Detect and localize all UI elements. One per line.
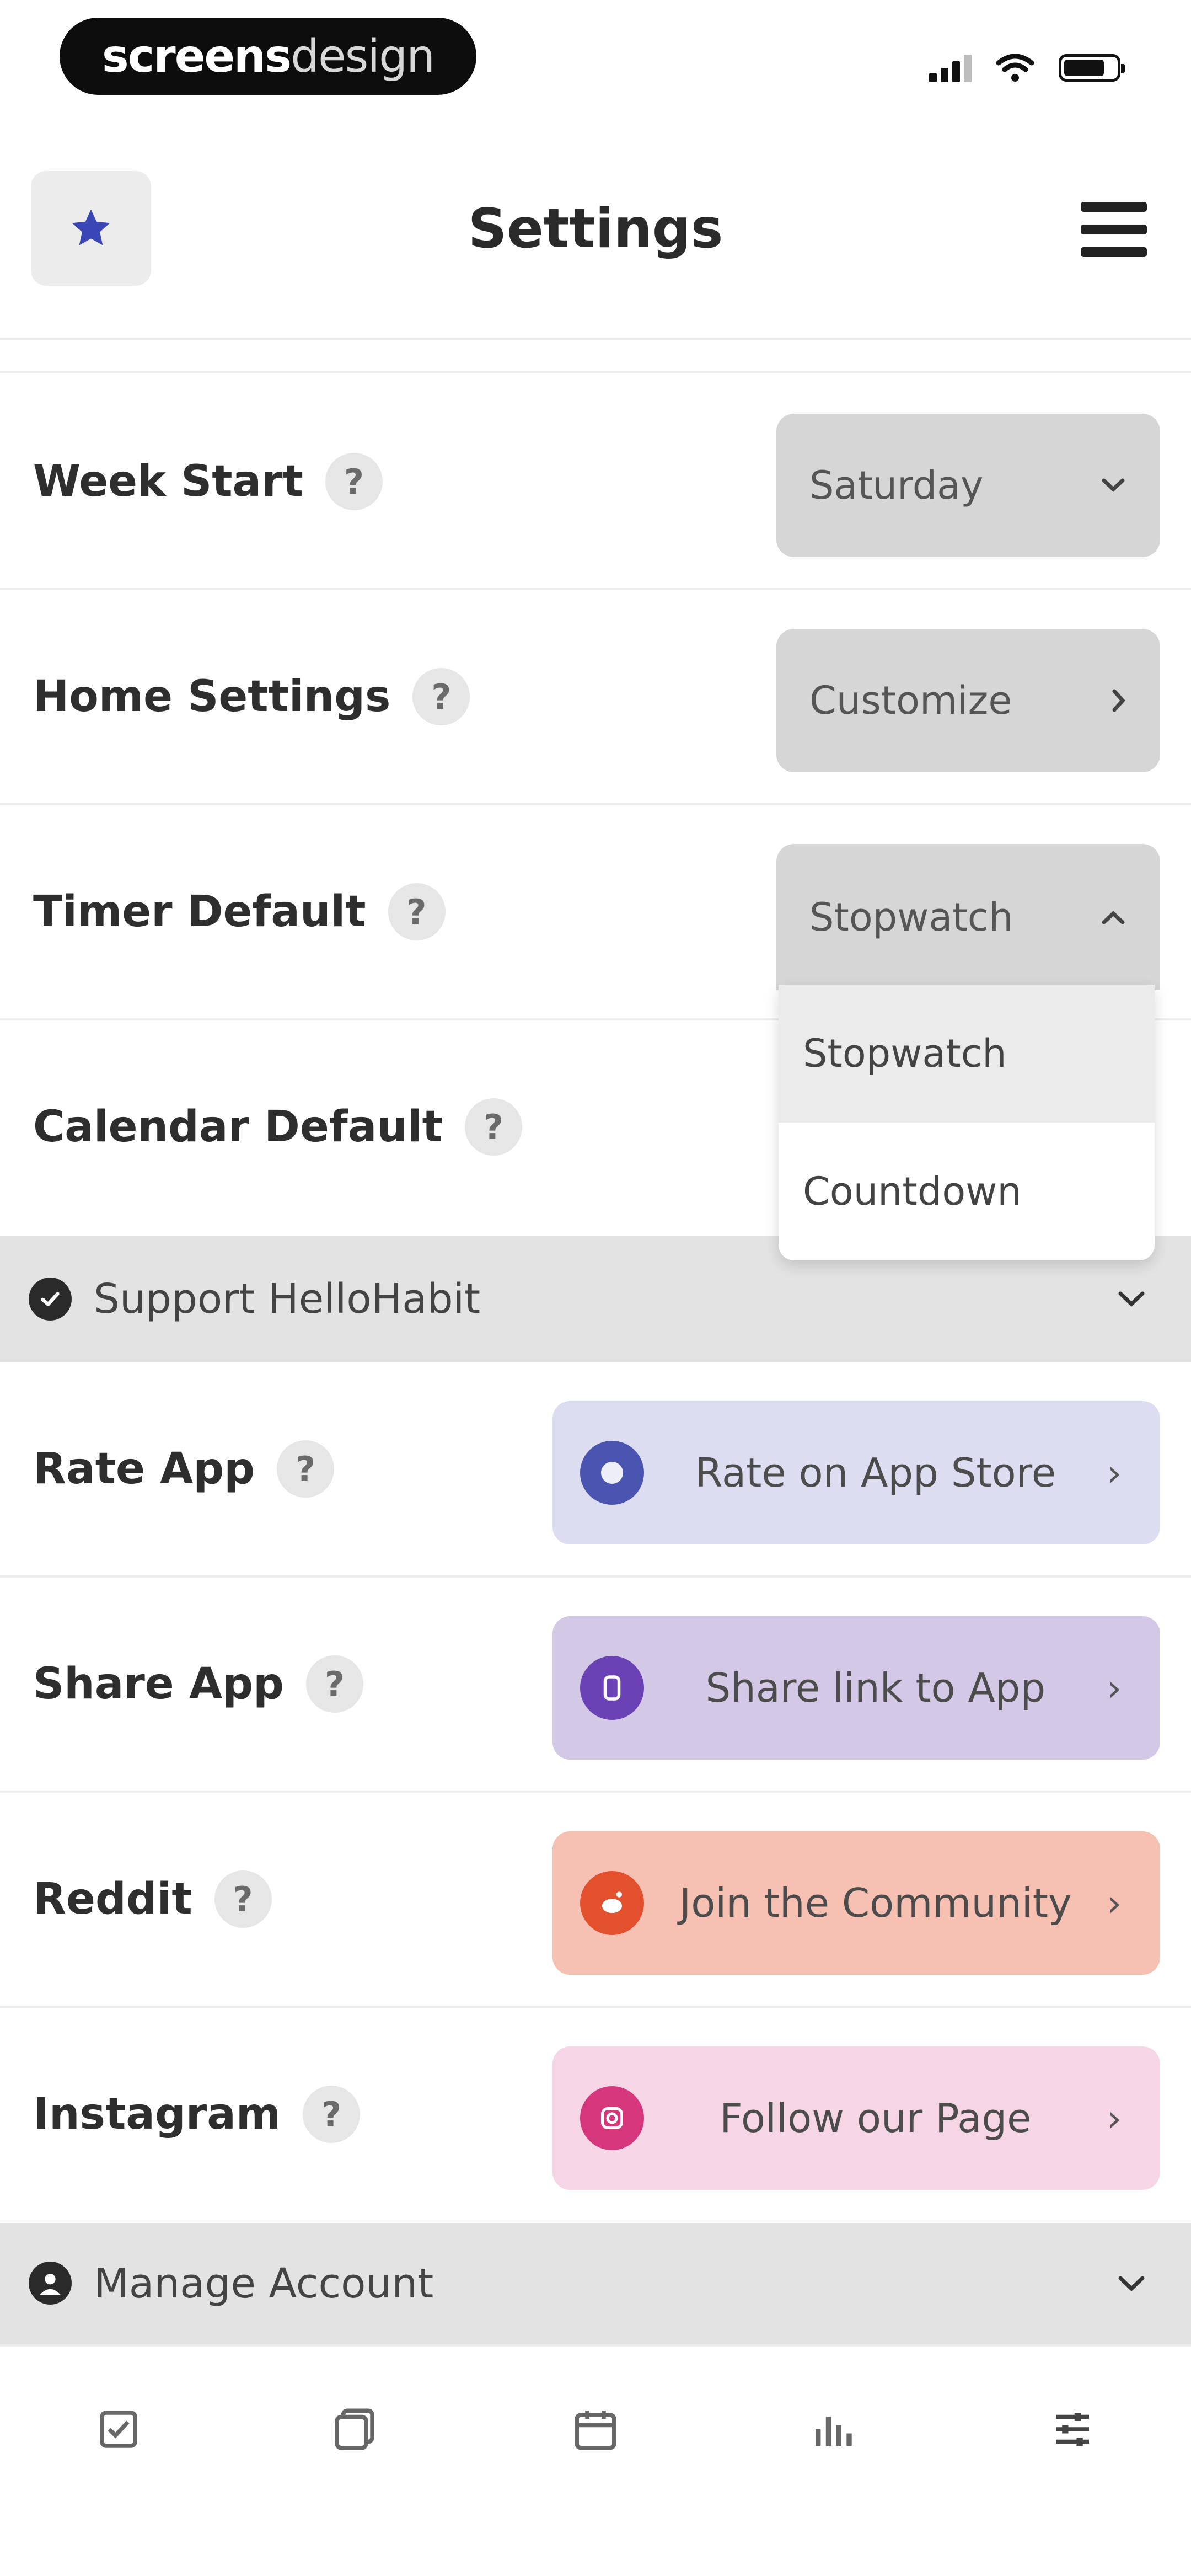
row-label: Calendar Default <box>33 1102 443 1152</box>
week-start-select[interactable]: Saturday <box>776 414 1160 557</box>
instagram-button[interactable]: Follow our Page › <box>552 2046 1160 2190</box>
tab-settings[interactable] <box>1039 2396 1106 2462</box>
user-circle-icon <box>29 2262 72 2305</box>
header-divider <box>0 338 1191 340</box>
row-home-settings: Home Settings ? Customize <box>0 590 1191 805</box>
row-week-start: Week Start ? Saturday <box>0 375 1191 590</box>
button-label: Rate on App Store <box>695 1450 1056 1496</box>
share-app-button[interactable]: Share link to App › <box>552 1616 1160 1760</box>
row-rate-app: Rate App ? Rate on App Store › <box>0 1362 1191 1578</box>
select-value: Stopwatch <box>809 894 1013 940</box>
dropdown-option-countdown[interactable]: Countdown <box>779 1123 1155 1260</box>
page-title: Settings <box>468 197 723 260</box>
help-icon[interactable]: ? <box>277 1440 335 1498</box>
customize-button[interactable]: Customize <box>776 629 1160 772</box>
tab-habits[interactable] <box>85 2396 152 2462</box>
chevron-up-icon <box>1102 910 1125 924</box>
chevron-right-icon: › <box>1107 1451 1122 1494</box>
help-icon[interactable]: ? <box>214 1870 272 1928</box>
settings-sliders-icon <box>1056 2413 1089 2446</box>
chevron-right-icon <box>1112 689 1125 712</box>
timer-default-dropdown: Stopwatch Countdown <box>779 985 1155 1260</box>
brand-light: design <box>291 30 435 83</box>
app-header: Settings <box>0 160 1191 298</box>
button-label: Customize <box>809 678 1012 723</box>
brand-bold: screens <box>101 30 292 83</box>
chevron-down-icon <box>1118 2276 1145 2291</box>
bottom-tab-bar <box>0 2344 1191 2576</box>
button-label: Follow our Page <box>720 2095 1032 2141</box>
rate-app-button[interactable]: Rate on App Store › <box>552 1401 1160 1544</box>
row-label: Reddit <box>33 1874 192 1924</box>
status-icons <box>929 49 1125 87</box>
status-bar: screens design <box>0 0 1191 116</box>
settings-screen: screens design Settings Week Start ? Sat… <box>0 0 1191 2576</box>
share-icon <box>580 1656 644 1720</box>
tab-calendar[interactable] <box>562 2396 629 2462</box>
chevron-down-icon <box>1102 478 1125 492</box>
section-title: Support HelloHabit <box>94 1275 481 1323</box>
brand-watermark: screens design <box>60 18 476 95</box>
journal-icon <box>335 2408 374 2450</box>
chevron-right-icon: › <box>1107 1882 1122 1925</box>
checklist-icon <box>100 2411 137 2448</box>
row-label: Week Start <box>33 457 303 506</box>
row-label: Timer Default <box>33 887 366 937</box>
app-store-icon <box>580 1441 644 1505</box>
calendar-icon <box>575 2411 616 2450</box>
reddit-icon <box>580 1871 644 1935</box>
chevron-right-icon: › <box>1107 1666 1122 1709</box>
tab-stats[interactable] <box>800 2396 866 2462</box>
wifi-icon <box>996 54 1034 82</box>
help-icon[interactable]: ? <box>303 2086 361 2143</box>
row-label: Home Settings <box>33 672 391 722</box>
favorite-button[interactable] <box>31 171 151 286</box>
help-icon[interactable]: ? <box>464 1098 522 1156</box>
reddit-button[interactable]: Join the Community › <box>552 1831 1160 1975</box>
timer-default-select[interactable]: Stopwatch <box>776 844 1160 990</box>
help-icon[interactable]: ? <box>412 668 470 725</box>
help-icon[interactable]: ? <box>388 883 446 940</box>
star-icon <box>72 209 110 245</box>
cellular-signal-icon <box>929 54 972 82</box>
row-label: Share App <box>33 1659 284 1709</box>
list-top-divider <box>0 371 1191 373</box>
dropdown-option-stopwatch[interactable]: Stopwatch <box>779 985 1155 1123</box>
chevron-right-icon: › <box>1107 2097 1122 2140</box>
button-label: Join the Community <box>679 1880 1072 1926</box>
stats-icon <box>816 2417 852 2446</box>
row-label: Rate App <box>33 1444 255 1494</box>
section-manage-account[interactable]: Manage Account <box>0 2223 1191 2344</box>
row-reddit: Reddit ? Join the Community › <box>0 1793 1191 2008</box>
instagram-icon <box>580 2086 644 2150</box>
section-title: Manage Account <box>94 2260 434 2307</box>
battery-icon <box>1059 54 1125 82</box>
help-icon[interactable]: ? <box>305 1655 363 1713</box>
button-label: Share link to App <box>705 1665 1046 1711</box>
hamburger-menu-icon[interactable] <box>1081 202 1147 257</box>
tab-journal[interactable] <box>323 2396 389 2462</box>
row-instagram: Instagram ? Follow our Page › <box>0 2008 1191 2223</box>
help-icon[interactable]: ? <box>325 453 383 510</box>
row-share-app: Share App ? Share link to App › <box>0 1578 1191 1793</box>
row-label: Instagram <box>33 2089 281 2139</box>
check-circle-icon <box>29 1278 72 1321</box>
select-value: Saturday <box>809 463 984 508</box>
chevron-down-icon <box>1118 1291 1145 1307</box>
